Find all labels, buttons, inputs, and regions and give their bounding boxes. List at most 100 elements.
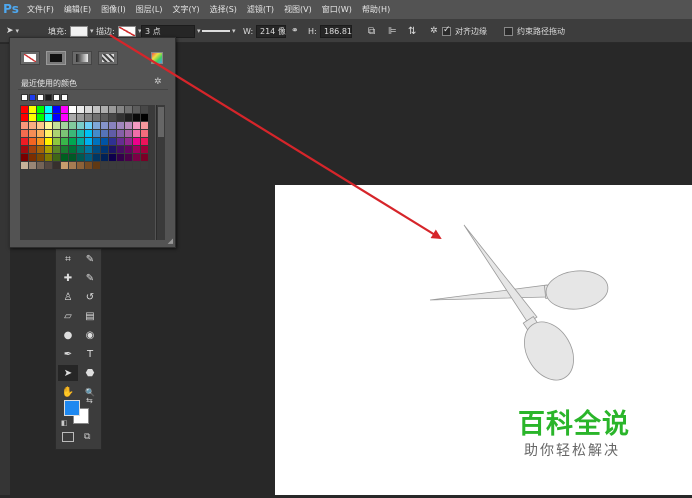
color-swatch[interactable] bbox=[61, 138, 68, 145]
color-swatch[interactable] bbox=[69, 138, 76, 145]
color-swatch[interactable] bbox=[53, 138, 60, 145]
clone-stamp-tool-icon[interactable]: ♙ bbox=[58, 289, 78, 305]
color-swatch[interactable] bbox=[109, 114, 116, 121]
menu-edit[interactable]: 编辑(E) bbox=[59, 0, 96, 19]
link-icon[interactable]: ⚭ bbox=[291, 19, 299, 43]
color-swatch[interactable] bbox=[93, 130, 100, 137]
recent-color-swatch[interactable] bbox=[61, 94, 68, 101]
default-colors-icon[interactable]: ◧ bbox=[61, 419, 68, 427]
color-swatch[interactable] bbox=[45, 154, 52, 161]
color-swatch[interactable] bbox=[109, 122, 116, 129]
stroke-type-picker[interactable]: ▾ bbox=[202, 19, 236, 43]
color-swatch[interactable] bbox=[109, 138, 116, 145]
color-swatch[interactable] bbox=[85, 154, 92, 161]
color-swatch[interactable] bbox=[101, 130, 108, 137]
color-swatch[interactable] bbox=[117, 146, 124, 153]
color-swatch[interactable] bbox=[101, 146, 108, 153]
swatch-scrollbar[interactable] bbox=[156, 105, 165, 240]
color-swatch[interactable] bbox=[21, 130, 28, 137]
menu-help[interactable]: 帮助(H) bbox=[357, 0, 395, 19]
color-swatch[interactable] bbox=[133, 154, 140, 161]
color-swatch[interactable] bbox=[125, 162, 132, 169]
color-swatch[interactable] bbox=[53, 146, 60, 153]
color-swatch[interactable] bbox=[53, 114, 60, 121]
color-swatch[interactable] bbox=[85, 106, 92, 113]
color-swatch[interactable] bbox=[45, 122, 52, 129]
color-swatch[interactable] bbox=[21, 154, 28, 161]
width-field[interactable]: 214 像 bbox=[256, 24, 286, 38]
color-swatch[interactable] bbox=[117, 114, 124, 121]
eraser-tool-icon[interactable]: ▱ bbox=[58, 308, 78, 324]
color-swatch[interactable] bbox=[109, 146, 116, 153]
gradient-tool-icon[interactable]: ▤ bbox=[80, 308, 100, 324]
shape-tool-icon[interactable]: ⬣ bbox=[80, 365, 100, 381]
color-swatch[interactable] bbox=[77, 138, 84, 145]
recent-color-swatch[interactable] bbox=[53, 94, 60, 101]
color-swatch[interactable] bbox=[93, 162, 100, 169]
history-brush-tool-icon[interactable]: ↺ bbox=[80, 289, 100, 305]
color-swatch[interactable] bbox=[69, 122, 76, 129]
healing-brush-tool-icon[interactable]: ✚ bbox=[58, 270, 78, 286]
color-swatch[interactable] bbox=[117, 154, 124, 161]
color-swatch[interactable] bbox=[77, 130, 84, 137]
color-swatch[interactable] bbox=[85, 130, 92, 137]
resize-grip-icon[interactable]: ◢ bbox=[168, 237, 173, 245]
color-swatch[interactable] bbox=[29, 130, 36, 137]
color-swatch[interactable] bbox=[45, 106, 52, 113]
color-swatch[interactable] bbox=[109, 130, 116, 137]
color-swatch[interactable] bbox=[69, 106, 76, 113]
color-swatch[interactable] bbox=[133, 106, 140, 113]
color-swatch[interactable] bbox=[29, 146, 36, 153]
gear-icon[interactable]: ✲ bbox=[154, 77, 162, 87]
color-swatch[interactable] bbox=[45, 114, 52, 121]
color-swatch[interactable] bbox=[133, 122, 140, 129]
color-swatch[interactable] bbox=[21, 146, 28, 153]
color-swatch[interactable] bbox=[117, 106, 124, 113]
menu-window[interactable]: 窗口(W) bbox=[317, 0, 357, 19]
align-edges-checkbox[interactable]: 对齐边缘 bbox=[442, 19, 487, 43]
foreground-color-swatch[interactable] bbox=[64, 400, 80, 416]
color-swatch[interactable] bbox=[29, 114, 36, 121]
swap-colors-icon[interactable]: ⇆ bbox=[86, 396, 93, 405]
color-swatch[interactable] bbox=[61, 130, 68, 137]
color-swatch[interactable] bbox=[77, 146, 84, 153]
color-swatch[interactable] bbox=[93, 114, 100, 121]
settings-gear-icon[interactable]: ✲ bbox=[430, 19, 438, 43]
color-swatch[interactable] bbox=[53, 106, 60, 113]
color-swatch[interactable] bbox=[29, 106, 36, 113]
color-swatch[interactable] bbox=[53, 122, 60, 129]
menu-image[interactable]: 图像(I) bbox=[96, 0, 131, 19]
color-swatch[interactable] bbox=[93, 154, 100, 161]
document-canvas[interactable] bbox=[275, 185, 692, 495]
color-swatch[interactable] bbox=[109, 162, 116, 169]
color-swatch[interactable] bbox=[37, 114, 44, 121]
path-arrangement-icon[interactable]: ⇅ bbox=[408, 19, 416, 43]
pattern-button[interactable] bbox=[98, 51, 118, 65]
color-swatch[interactable] bbox=[133, 162, 140, 169]
color-swatch[interactable] bbox=[69, 154, 76, 161]
color-swatch[interactable] bbox=[69, 114, 76, 121]
recent-color-swatch[interactable] bbox=[21, 94, 28, 101]
gradient-button[interactable] bbox=[72, 51, 92, 65]
color-swatch[interactable] bbox=[117, 130, 124, 137]
menu-file[interactable]: 文件(F) bbox=[22, 0, 59, 19]
color-swatch[interactable] bbox=[21, 162, 28, 169]
color-swatch[interactable] bbox=[69, 146, 76, 153]
path-alignment-icon[interactable]: ⊫ bbox=[388, 19, 397, 43]
color-swatch[interactable] bbox=[77, 162, 84, 169]
color-swatch[interactable] bbox=[125, 122, 132, 129]
color-swatch[interactable] bbox=[141, 162, 148, 169]
scrollbar-thumb[interactable] bbox=[158, 107, 164, 137]
color-swatch[interactable] bbox=[77, 122, 84, 129]
path-operations-icon[interactable]: ⧉ bbox=[368, 19, 375, 43]
color-swatch[interactable] bbox=[125, 106, 132, 113]
color-swatch[interactable] bbox=[125, 146, 132, 153]
constrain-path-checkbox[interactable]: 约束路径拖动 bbox=[504, 19, 565, 43]
menu-select[interactable]: 选择(S) bbox=[205, 0, 242, 19]
color-swatch[interactable] bbox=[61, 162, 68, 169]
color-swatch[interactable] bbox=[93, 106, 100, 113]
color-swatch[interactable] bbox=[85, 114, 92, 121]
color-swatch[interactable] bbox=[141, 114, 148, 121]
color-swatch[interactable] bbox=[141, 106, 148, 113]
menu-filter[interactable]: 滤镜(T) bbox=[242, 0, 279, 19]
